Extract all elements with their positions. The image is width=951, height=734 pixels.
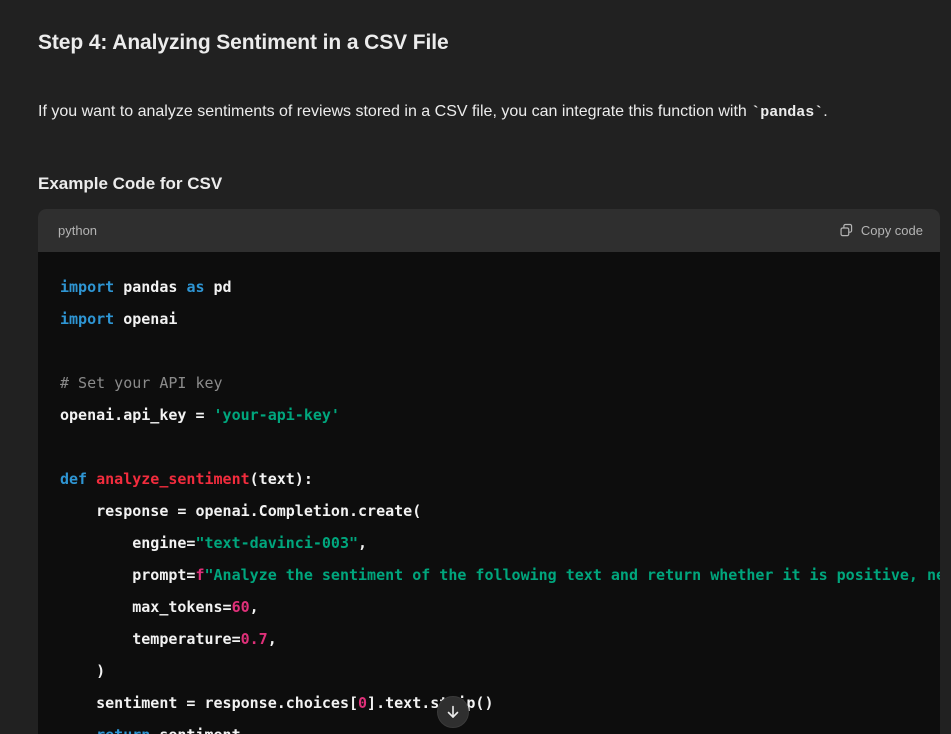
copy-code-label: Copy code bbox=[861, 223, 923, 238]
code-text: import pandas as pd import openai # Set … bbox=[38, 272, 940, 734]
article-content: Step 4: Analyzing Sentiment in a CSV Fil… bbox=[0, 0, 951, 734]
code-token: response = openai.Completion.create( bbox=[60, 502, 421, 520]
code-token: import bbox=[60, 278, 114, 296]
code-token: def bbox=[60, 470, 96, 488]
code-token: ].text.strip() bbox=[367, 694, 493, 712]
code-token: prompt= bbox=[60, 566, 195, 584]
code-token: sentiment = response.choices[ bbox=[60, 694, 358, 712]
code-token: openai.api_key = bbox=[60, 406, 214, 424]
inline-code-pandas: `pandas` bbox=[751, 104, 823, 121]
code-token: import bbox=[60, 310, 114, 328]
code-token: openai bbox=[114, 310, 177, 328]
copy-code-button[interactable]: Copy code bbox=[839, 223, 923, 238]
copy-icon bbox=[839, 223, 854, 238]
code-token: , bbox=[268, 630, 277, 648]
example-code-subheading: Example Code for CSV bbox=[38, 174, 222, 194]
code-token: 60 bbox=[232, 598, 250, 616]
code-token: "Analyze the sentiment of the following … bbox=[205, 566, 941, 584]
code-token: 0 bbox=[358, 694, 367, 712]
paragraph-text-after: . bbox=[823, 103, 827, 120]
code-token: 'your-api-key' bbox=[214, 406, 340, 424]
code-source: import pandas as pd import openai # Set … bbox=[60, 278, 940, 734]
arrow-down-icon bbox=[445, 704, 461, 720]
code-language-label: python bbox=[58, 223, 97, 238]
code-token: sentiment bbox=[150, 726, 240, 734]
code-token: f bbox=[195, 566, 204, 584]
code-token: engine= bbox=[60, 534, 195, 552]
code-token: ) bbox=[60, 662, 105, 680]
scroll-to-bottom-button[interactable] bbox=[437, 696, 469, 728]
code-body[interactable]: import pandas as pd import openai # Set … bbox=[38, 252, 940, 734]
code-token: (text): bbox=[250, 470, 313, 488]
code-token: pd bbox=[205, 278, 232, 296]
intro-paragraph: If you want to analyze sentiments of rev… bbox=[38, 96, 918, 129]
code-token: max_tokens= bbox=[60, 598, 232, 616]
code-block-header: python Copy code bbox=[38, 209, 940, 252]
code-token: return bbox=[60, 726, 150, 734]
code-token: , bbox=[250, 598, 259, 616]
paragraph-text-before: If you want to analyze sentiments of rev… bbox=[38, 103, 751, 120]
code-token: , bbox=[358, 534, 367, 552]
code-block: python Copy code import pandas as pd imp… bbox=[38, 209, 940, 734]
code-token: # Set your API key bbox=[60, 374, 223, 392]
code-token: analyze_sentiment bbox=[96, 470, 250, 488]
code-token: 0.7 bbox=[241, 630, 268, 648]
code-token: as bbox=[186, 278, 204, 296]
code-token: temperature= bbox=[60, 630, 241, 648]
code-token: "text-davinci-003" bbox=[195, 534, 358, 552]
code-token: pandas bbox=[114, 278, 186, 296]
page-title: Step 4: Analyzing Sentiment in a CSV Fil… bbox=[38, 31, 449, 55]
